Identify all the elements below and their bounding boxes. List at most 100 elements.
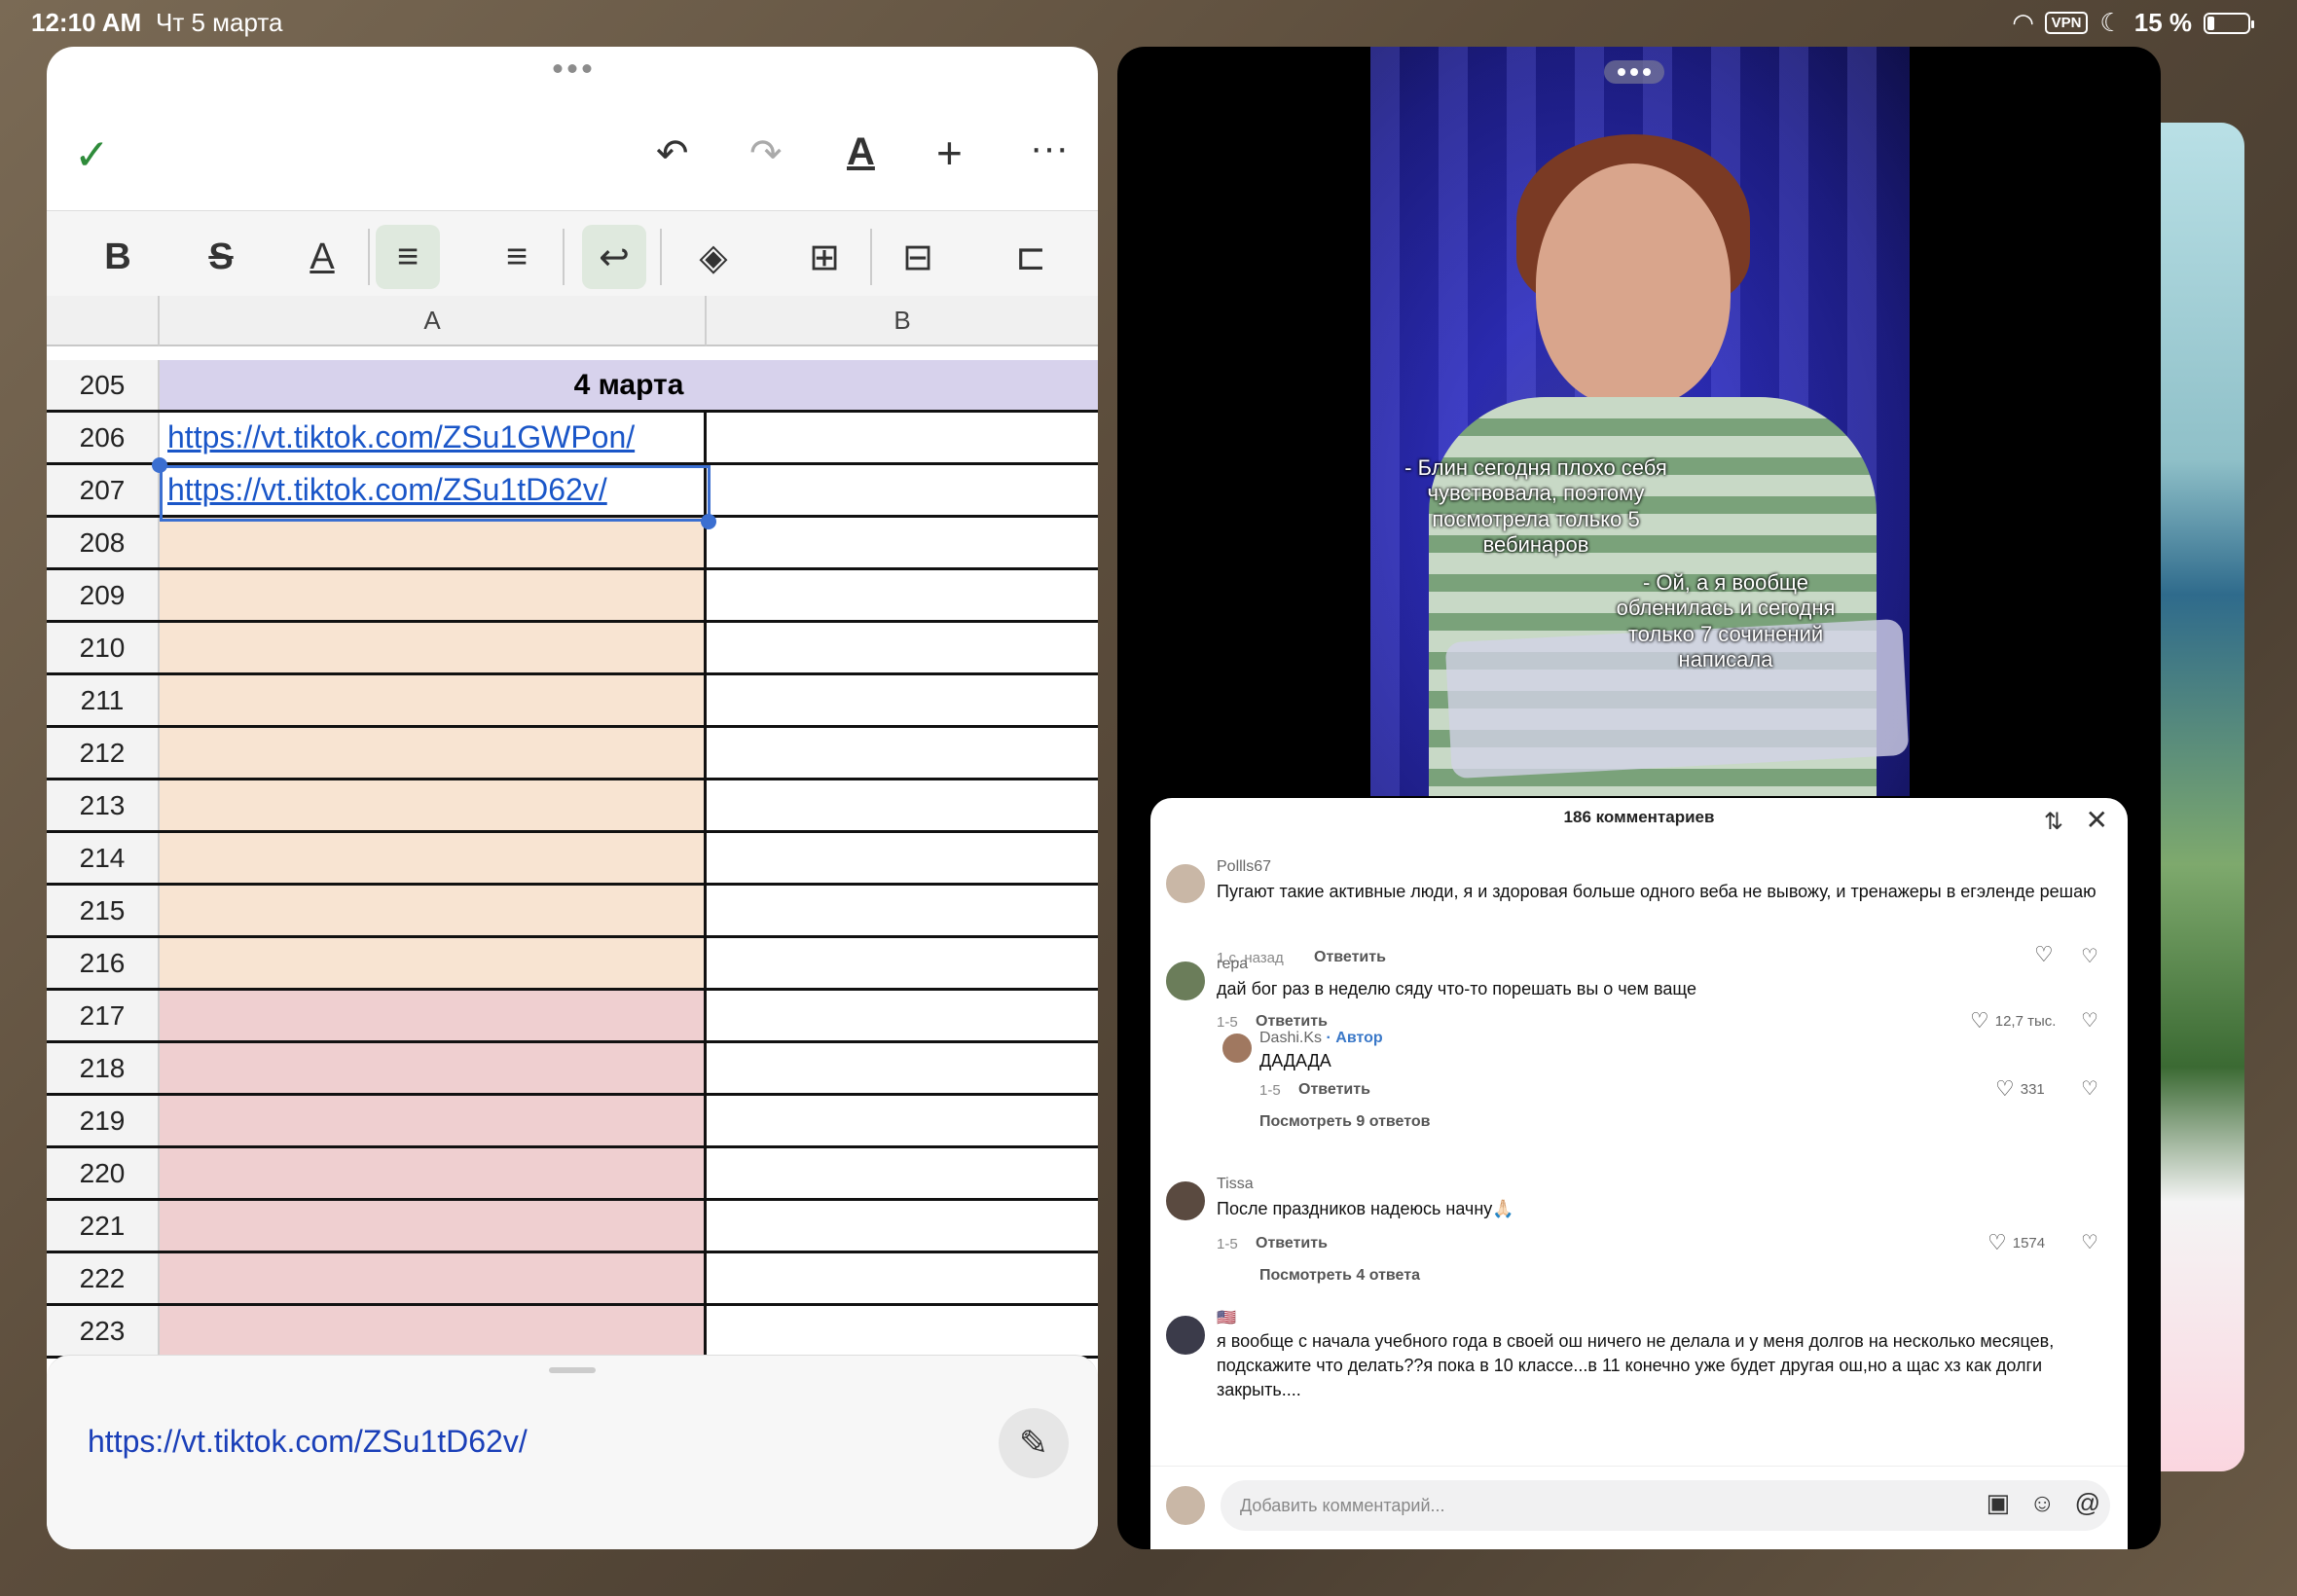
comment-user[interactable]: Tissa [1217,1176,1254,1193]
row-number[interactable]: 209 [47,570,160,620]
comment-user[interactable]: гера [1217,956,1248,973]
view-replies-button[interactable]: Посмотреть 9 ответов [1259,1113,1430,1131]
avatar[interactable] [1164,960,1207,1002]
cell-a[interactable]: https://vt.tiktok.com/ZSu1GWPon/ [160,413,707,462]
cell-a[interactable] [160,1043,707,1093]
cell-a[interactable] [160,675,707,725]
dislike-icon[interactable]: ♡ [2081,944,2098,968]
row-number[interactable]: 214 [47,833,160,883]
window-grip[interactable] [1604,60,1664,84]
cell-a[interactable] [160,518,707,567]
text-format-icon[interactable]: A [847,132,875,171]
like-count[interactable]: ♡ 1574 [1987,1230,2045,1255]
reply-button[interactable]: Ответить [1256,1235,1328,1252]
column-header-b[interactable]: B [707,296,1098,346]
comment-user[interactable]: 🇺🇸 [1217,1308,1236,1327]
row-number[interactable]: 212 [47,728,160,778]
cell-a[interactable] [160,1148,707,1198]
cell-b[interactable] [707,886,1098,935]
row-number[interactable]: 220 [47,1148,160,1198]
close-icon[interactable]: ✕ [2086,804,2108,836]
cell-b[interactable] [707,1253,1098,1303]
align-left-button[interactable]: ≡ [376,225,440,289]
heart-icon[interactable]: ♡ [1995,1076,2015,1102]
cell-a[interactable] [160,570,707,620]
row-number[interactable]: 208 [47,518,160,567]
avatar[interactable] [1164,1314,1207,1357]
date-header-cell[interactable]: 4 марта [160,360,1098,410]
edit-pencil-icon[interactable]: ✎ [999,1408,1069,1478]
cell-a[interactable] [160,991,707,1040]
cell-b[interactable] [707,938,1098,988]
fill-color-button[interactable]: ◈ [681,225,746,289]
wrap-text-button[interactable]: ↩ [582,225,646,289]
cell-editor-value[interactable]: https://vt.tiktok.com/ZSu1tD62v/ [88,1424,528,1460]
heart-icon[interactable]: ♡ [1970,1008,1989,1034]
cell-b[interactable] [707,991,1098,1040]
dislike-icon[interactable]: ♡ [2081,1076,2098,1101]
redo-icon[interactable]: ↷ [749,134,783,173]
avatar[interactable] [1164,862,1207,905]
row-number[interactable]: 216 [47,938,160,988]
row-number[interactable]: 217 [47,991,160,1040]
row-number[interactable]: 219 [47,1096,160,1145]
row-number[interactable]: 215 [47,886,160,935]
cell-b[interactable] [707,518,1098,567]
cell-a[interactable] [160,1096,707,1145]
reply-user[interactable]: Dashi.Ks · Автор [1259,1030,1383,1047]
cell-b[interactable] [707,465,1098,515]
cell-b[interactable] [707,1201,1098,1251]
select-all-corner[interactable] [47,296,160,346]
row-number[interactable]: 206 [47,413,160,462]
cell-b[interactable] [707,623,1098,672]
cell-b[interactable] [707,1306,1098,1356]
borders-button[interactable]: ⊞ [792,225,857,289]
mention-icon[interactable]: @ [2075,1488,2100,1518]
cell-b[interactable] [707,833,1098,883]
insert-plus-icon[interactable]: + [936,130,963,175]
cell-b[interactable] [707,780,1098,830]
cell-a[interactable] [160,833,707,883]
dislike-icon[interactable]: ♡ [2081,1008,2098,1033]
cell-b[interactable] [707,728,1098,778]
editor-grip[interactable] [549,1367,596,1373]
row-number[interactable]: 213 [47,780,160,830]
selection-handle-bottom[interactable] [701,514,716,529]
heart-icon[interactable]: ♡ [1987,1230,2007,1255]
text-color-button[interactable]: A [290,225,354,289]
heart-icon[interactable]: ♡ [2034,942,2054,967]
undo-icon[interactable]: ↶ [656,134,689,173]
more-menu-icon[interactable]: ··· [1030,128,1069,167]
image-icon[interactable]: ▣ [1986,1488,2010,1518]
strikethrough-button[interactable]: S [189,225,253,289]
align-center-button[interactable]: ≡ [485,225,549,289]
sort-icon[interactable]: ⇅ [2044,808,2063,836]
row-number[interactable]: 205 [47,360,160,410]
insert-row-button[interactable]: ⊟ [886,225,950,289]
cell-b[interactable] [707,675,1098,725]
row-number[interactable]: 210 [47,623,160,672]
row-number[interactable]: 222 [47,1253,160,1303]
row-number[interactable]: 221 [47,1201,160,1251]
done-check-icon[interactable]: ✓ [74,134,110,177]
column-header-a[interactable]: A [160,296,707,346]
cell-a[interactable] [160,886,707,935]
comment-user[interactable]: Pollls67 [1217,858,1271,876]
cell-a[interactable] [160,728,707,778]
cell-a[interactable] [160,1253,707,1303]
cell-a[interactable] [160,1201,707,1251]
selection-handle-top[interactable] [152,457,167,473]
dislike-icon[interactable]: ♡ [2081,1230,2098,1254]
view-replies-button[interactable]: Посмотреть 4 ответа [1259,1267,1420,1285]
insert-column-button[interactable]: ⊏ [999,225,1063,289]
cell-a[interactable] [160,780,707,830]
row-number[interactable]: 218 [47,1043,160,1093]
video-player[interactable]: - Блин сегодня плохо себя чувствовала, п… [1370,47,1910,796]
bold-button[interactable]: B [86,225,150,289]
cell-a[interactable] [160,938,707,988]
reply-button[interactable]: Ответить [1314,949,1386,966]
like-count[interactable]: ♡ 331 [1995,1076,2045,1102]
cell-b[interactable] [707,1148,1098,1198]
cell-b[interactable] [707,1096,1098,1145]
cell-b[interactable] [707,1043,1098,1093]
